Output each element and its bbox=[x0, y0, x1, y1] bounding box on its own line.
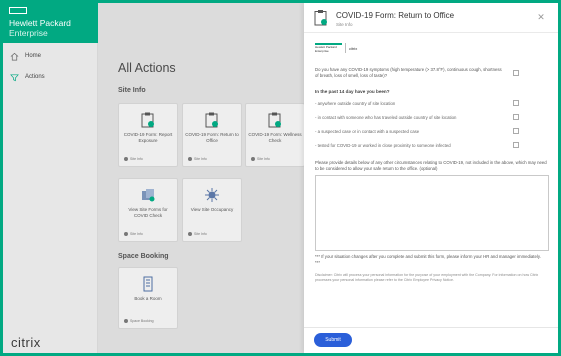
card-tag: Site Info bbox=[188, 157, 207, 161]
card-tag-label: Site Info bbox=[130, 157, 143, 161]
card-title: COVID-19 Form: Report Exposure bbox=[123, 132, 173, 143]
card-tag-label: Site Info bbox=[257, 157, 270, 161]
citrix-logo: citrix bbox=[11, 335, 41, 350]
card-title: View Site Forms for COVID Check bbox=[128, 207, 168, 218]
sidebar-item-home[interactable]: Home bbox=[9, 49, 93, 63]
tag-icon bbox=[188, 232, 192, 236]
forms-icon bbox=[142, 189, 155, 202]
action-card-report-exposure[interactable]: COVID-19 Form: Report Exposure Site Info bbox=[118, 103, 178, 167]
panel-subtitle: Site Info bbox=[336, 22, 353, 27]
checkbox-symptoms[interactable] bbox=[513, 70, 519, 76]
action-card-view-site-occupancy[interactable]: View Site Occupancy Site Info bbox=[182, 178, 242, 242]
checkbox-contact-traveler[interactable] bbox=[513, 114, 519, 120]
card-tag: Site Info bbox=[188, 232, 207, 236]
form-check-icon bbox=[268, 112, 281, 128]
card-title: COVID-19 Form: Return to Office bbox=[185, 132, 239, 143]
action-card-view-site-forms[interactable]: View Site Forms for COVID Check Site Inf… bbox=[118, 178, 178, 242]
privacy-disclaimer: Disclaimer: Citrix will process your per… bbox=[315, 273, 539, 282]
section-heading-space-booking: Space Booking bbox=[118, 253, 169, 260]
sidebar-item-actions[interactable]: Actions bbox=[9, 70, 93, 84]
sidebar: Hewlett Packard Enterprise Home Actions … bbox=[3, 3, 98, 353]
action-card-book-a-room[interactable]: Book a Room Space Booking bbox=[118, 267, 178, 329]
main-content: All Actions Site Info COVID-19 Form: Rep… bbox=[98, 3, 305, 353]
panel-title: COVID-19 Form: Return to Office bbox=[336, 11, 455, 20]
close-icon: ✕ bbox=[537, 11, 545, 22]
card-title: Book a Room bbox=[134, 296, 162, 301]
panel-header: COVID-19 Form: Return to Office Site Inf… bbox=[304, 3, 558, 33]
form-check-icon bbox=[141, 112, 154, 128]
form-check-icon bbox=[205, 112, 218, 128]
building-icon bbox=[143, 276, 153, 292]
hpe-logo-mark-icon bbox=[9, 7, 27, 14]
change-notice: *** If your situation changes after you … bbox=[315, 254, 541, 265]
tag-icon bbox=[188, 157, 192, 161]
checkbox-suspected-case[interactable] bbox=[513, 128, 519, 134]
card-title: View Site Occupancy bbox=[190, 207, 234, 212]
question-contact-traveler: - in contact with someone who has travel… bbox=[315, 115, 457, 120]
brand-header: Hewlett Packard Enterprise bbox=[3, 3, 98, 43]
card-tag: Site Info bbox=[124, 232, 143, 236]
details-textarea[interactable] bbox=[315, 175, 549, 251]
question-tested: - tested for COVID-19 or worked in close… bbox=[315, 143, 451, 148]
home-icon bbox=[9, 51, 19, 61]
panel-footer: Submit bbox=[304, 327, 558, 353]
sidebar-item-label: Home bbox=[25, 53, 42, 59]
form-logo: Hewlett Packard Enterprise citrix bbox=[315, 43, 357, 53]
submit-button[interactable]: Submit bbox=[314, 333, 352, 347]
hpe-logo: Hewlett Packard Enterprise bbox=[315, 43, 342, 53]
question-outside-country: - anywhere outside country of site locat… bbox=[315, 101, 396, 106]
tag-icon bbox=[251, 157, 255, 161]
card-tag-label: Site Info bbox=[130, 232, 143, 236]
card-tag-label: Space Booking bbox=[130, 319, 154, 323]
sidebar-item-label: Actions bbox=[25, 74, 45, 80]
virus-icon bbox=[205, 188, 219, 202]
page-title: All Actions bbox=[118, 61, 176, 75]
action-card-wellness-check[interactable]: COVID-19 Form: Wellness Check Site Info bbox=[245, 103, 305, 167]
app-window: Hewlett Packard Enterprise Home Actions … bbox=[0, 0, 561, 356]
filter-icon bbox=[9, 72, 19, 82]
card-tag-label: Site Info bbox=[194, 157, 207, 161]
tag-icon bbox=[124, 157, 128, 161]
action-card-return-to-office[interactable]: COVID-19 Form: Return to Office Site Inf… bbox=[182, 103, 242, 167]
card-tag: Site Info bbox=[251, 157, 270, 161]
question-heading-past-14-days: In the past 14 day have you been? bbox=[315, 89, 390, 94]
citrix-mini-logo: citrix bbox=[349, 45, 358, 51]
checkbox-tested[interactable] bbox=[513, 142, 519, 148]
form-check-icon bbox=[314, 10, 327, 26]
card-tag-label: Site Info bbox=[194, 232, 207, 236]
tag-icon bbox=[124, 319, 128, 323]
form-panel: COVID-19 Form: Return to Office Site Inf… bbox=[304, 3, 558, 353]
details-label: Please provide details below of any othe… bbox=[315, 160, 547, 171]
checkbox-outside-country[interactable] bbox=[513, 100, 519, 106]
question-symptoms: Do you have any COVID-19 symptoms (high … bbox=[315, 67, 502, 78]
card-title: COVID-19 Form: Wellness Check bbox=[248, 132, 302, 143]
brand-name-line1: Hewlett Packard bbox=[9, 18, 71, 28]
tag-icon bbox=[124, 232, 128, 236]
question-suspected-case: - a suspected case or in contact with a … bbox=[315, 129, 420, 134]
close-button[interactable]: ✕ bbox=[536, 12, 546, 22]
section-heading-site-info: Site Info bbox=[118, 87, 146, 94]
card-tag: Site Info bbox=[124, 157, 143, 161]
card-tag: Space Booking bbox=[124, 319, 154, 323]
logo-divider bbox=[345, 43, 346, 53]
brand-name-line2: Enterprise bbox=[9, 28, 48, 38]
